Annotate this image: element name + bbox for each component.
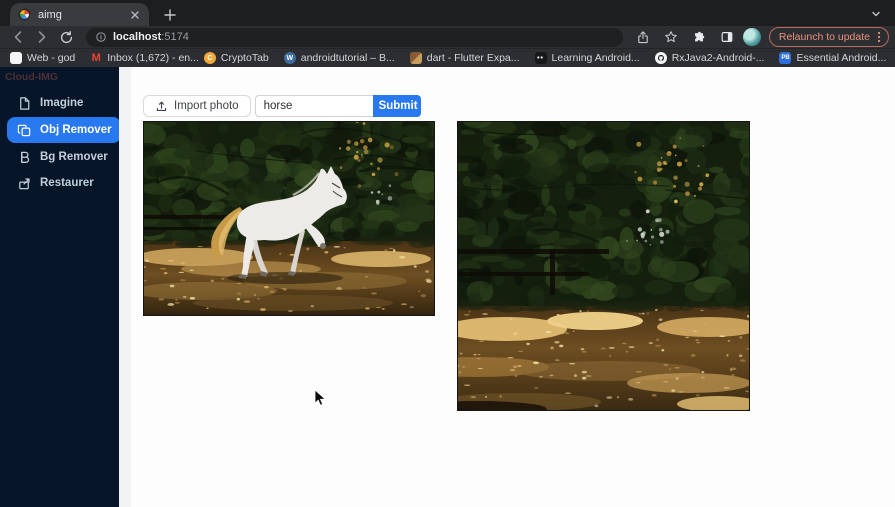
results-row (143, 121, 895, 411)
bookmark-androidtutorial[interactable]: W androidtutorial – B... (283, 52, 395, 64)
new-tab-button[interactable] (160, 5, 180, 25)
url-port: :5174 (161, 31, 189, 43)
bookmark-label: Essential Android... (796, 52, 887, 64)
toolbar-right-cluster: Relaunch to update (631, 27, 889, 47)
bookmark-favicon-icon (10, 52, 22, 64)
main-content: Import photo Submit (131, 67, 895, 507)
tab-close-icon[interactable] (129, 9, 141, 21)
bookmark-label: RxJava2-Android-... (671, 52, 765, 64)
gmail-icon: M (91, 52, 101, 64)
android-site-icon: •• (534, 52, 547, 64)
bookmark-label: CryptoTab (220, 52, 269, 64)
bookmark-label: androidtutorial – B... (300, 52, 395, 64)
browser-tab[interactable]: aimg (10, 3, 149, 26)
bookmark-web-god[interactable]: Web - god (10, 52, 75, 64)
bookmark-label: Learning Android... (551, 52, 640, 64)
sidebar-item-label: Restaurer (40, 177, 94, 189)
submit-button[interactable]: Submit (372, 95, 421, 117)
dart-icon (409, 52, 422, 64)
bookmark-dart-flutter[interactable]: dart - Flutter Expa... (409, 52, 520, 64)
sidebar-item-obj-remover[interactable]: Obj Remover (7, 117, 121, 143)
bookmark-learning-android[interactable]: •• Learning Android... (534, 52, 640, 64)
sidebar-item-label: Imagine (40, 97, 84, 109)
tab-title: aimg (38, 8, 62, 21)
bookmark-label: Web - god (27, 52, 76, 64)
reload-button[interactable] (54, 27, 78, 47)
tab-strip: aimg (0, 0, 895, 26)
bookmarks-bar: Web - god M Inbox (1,672) - en... C Cryp… (0, 48, 895, 67)
content-scrollbar-gutter[interactable] (119, 67, 131, 507)
sidebar-item-label: Bg Remover (40, 151, 108, 163)
browser-menu-dots-icon[interactable] (874, 31, 884, 43)
import-photo-button[interactable]: Import photo (143, 95, 251, 117)
restore-box-icon (19, 177, 30, 189)
sidebar-item-imagine[interactable]: Imagine (7, 91, 119, 115)
after-image-horse-removed (457, 121, 750, 411)
site-favicon-icon (18, 8, 31, 21)
cryptotab-icon: C (203, 52, 216, 64)
back-button[interactable] (6, 27, 30, 47)
relaunch-label: Relaunch to update (778, 31, 870, 43)
extensions-puzzle-button[interactable] (687, 27, 711, 47)
forward-button[interactable] (30, 27, 54, 47)
app-brand: Cloud-IMG (5, 71, 59, 83)
upload-icon (156, 101, 167, 111)
app-sidebar: Cloud-IMG Imagine Obj Remover Bg Remover… (0, 67, 121, 507)
bold-b-icon (21, 151, 30, 163)
bookmark-label: dart - Flutter Expa... (426, 52, 520, 64)
bookmark-label: Inbox (1,672) - en... (107, 52, 199, 64)
wordpress-icon: W (283, 52, 296, 64)
side-panel-button[interactable] (715, 27, 739, 47)
bookmark-star-button[interactable] (659, 27, 683, 47)
browser-toolbar: localhost :5174 Relaunch to update (0, 26, 895, 48)
pb-icon: PB (779, 52, 792, 64)
relaunch-to-update-button[interactable]: Relaunch to update (768, 27, 889, 47)
share-button[interactable] (631, 27, 655, 47)
prompt-group: Submit (254, 95, 421, 117)
github-icon (654, 52, 667, 64)
bookmark-gmail-inbox[interactable]: M Inbox (1,672) - en... (90, 52, 199, 64)
url-host: localhost (113, 31, 162, 43)
bookmark-rxjava2[interactable]: RxJava2-Android-... (654, 52, 765, 64)
web-page: Cloud-IMG Imagine Obj Remover Bg Remover… (0, 67, 895, 507)
sidebar-item-bg-remover[interactable]: Bg Remover (7, 145, 119, 169)
sidebar-item-restaurer[interactable]: Restaurer (7, 171, 119, 195)
file-icon (20, 96, 30, 110)
copy-layers-icon (17, 124, 31, 136)
controls-row: Import photo Submit (143, 95, 895, 117)
before-image-horse (143, 121, 435, 316)
profile-avatar[interactable] (742, 28, 761, 46)
bookmark-cryptotab[interactable]: C CryptoTab (203, 52, 269, 64)
bookmark-essential-android[interactable]: PB Essential Android... (779, 52, 886, 64)
address-bar[interactable]: localhost :5174 (86, 27, 623, 47)
sidebar-item-label: Obj Remover (40, 124, 112, 136)
tab-search-chevron-icon[interactable] (867, 5, 885, 23)
import-photo-label: Import photo (174, 100, 239, 112)
prompt-input[interactable] (254, 95, 373, 117)
site-info-icon[interactable] (95, 31, 107, 43)
